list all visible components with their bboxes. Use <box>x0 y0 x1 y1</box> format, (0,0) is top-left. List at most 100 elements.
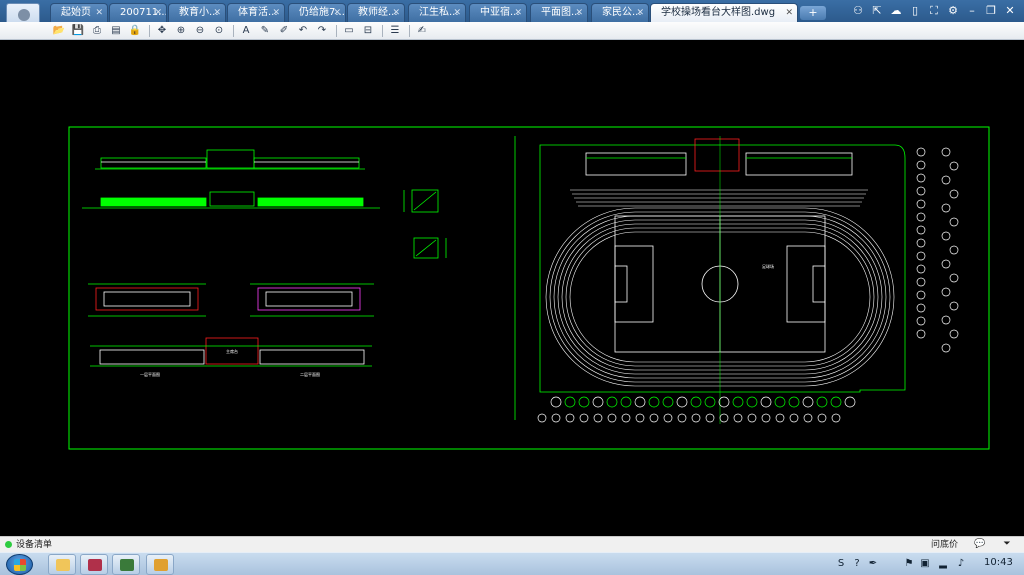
tab-8[interactable]: 平面图... ✕ <box>530 3 588 22</box>
tab-close-icon[interactable]: ✕ <box>95 4 103 22</box>
tab-close-icon[interactable]: ✕ <box>453 4 461 22</box>
tree-symbol <box>949 329 959 339</box>
windows-logo-icon <box>14 559 26 571</box>
folder-button[interactable] <box>146 554 174 575</box>
tree-symbol <box>677 413 687 423</box>
users-icon[interactable]: ⚇ <box>850 3 866 19</box>
print-icon[interactable]: ⎙ <box>90 24 104 38</box>
tab-close-icon[interactable]: ✕ <box>272 4 280 22</box>
start-button[interactable] <box>6 554 33 575</box>
close-icon[interactable]: ✕ <box>1002 3 1018 19</box>
tab-close-icon[interactable]: ✕ <box>154 4 162 22</box>
new-tab-button[interactable]: + <box>800 6 826 20</box>
cloud-icon[interactable]: ☁ <box>888 3 904 19</box>
mobile-icon[interactable]: ▯ <box>907 3 923 19</box>
redo-icon[interactable]: ↷ <box>315 24 329 38</box>
ruler-icon[interactable]: ⊟ <box>361 24 375 38</box>
stair-detail-1 <box>403 189 439 213</box>
pan-icon[interactable]: ✥ <box>155 24 169 38</box>
undo-icon[interactable]: ↶ <box>296 24 310 38</box>
open-icon[interactable]: 📂 <box>52 24 66 38</box>
dropdown-icon[interactable]: ⏷ <box>995 539 1019 551</box>
toolbar-separator <box>149 25 150 37</box>
monitor-icon[interactable]: ▣ <box>918 557 932 571</box>
tree-symbol <box>949 217 959 227</box>
avatar-head-shape <box>18 9 30 21</box>
ask-price-link[interactable]: 问底价 <box>931 538 958 552</box>
tree-symbol <box>916 173 926 183</box>
tab-close-icon[interactable]: ✕ <box>636 4 644 22</box>
tab-6[interactable]: 江生私... ✕ <box>408 3 466 22</box>
tree-symbol <box>565 413 575 423</box>
measure-icon[interactable]: ▭ <box>342 24 356 38</box>
tree-symbol <box>949 245 959 255</box>
tab-9[interactable]: 家民公... ✕ <box>591 3 649 22</box>
minimize-icon[interactable]: – <box>964 3 980 19</box>
text-icon[interactable]: A <box>239 24 253 38</box>
tree-symbol <box>831 413 841 423</box>
tree-symbol <box>746 396 758 408</box>
pen-icon[interactable]: ✒ <box>866 557 880 571</box>
tab-close-icon[interactable]: ✕ <box>333 4 341 22</box>
tree-symbol <box>941 259 951 269</box>
tree-symbol <box>941 231 951 241</box>
tab-1[interactable]: 200711... ✕ <box>109 3 167 22</box>
network-icon[interactable]: ▂ <box>936 557 950 571</box>
pdf-icon[interactable]: ▤ <box>109 24 123 38</box>
device-list-link[interactable]: 设备清单 <box>16 538 52 552</box>
restore-icon[interactable]: ❐ <box>983 3 999 19</box>
tree-symbol <box>802 396 814 408</box>
cad-canvas[interactable]: 主席台 一层平面图 二层平面图 足球场 <box>0 40 1024 536</box>
tree-symbol <box>788 396 800 408</box>
tab-close-icon[interactable]: ✕ <box>213 4 221 22</box>
tree-symbol <box>733 413 743 423</box>
toolbar-separator <box>233 25 234 37</box>
tree-symbol <box>916 329 926 339</box>
zoom-out-icon[interactable]: ⊖ <box>193 24 207 38</box>
share-icon[interactable]: ⇱ <box>869 3 885 19</box>
sogou-icon[interactable]: S <box>834 557 848 571</box>
tab-7[interactable]: 中亚宿... ✕ <box>469 3 527 22</box>
tab-label: 学校操场看台大样图.dwg <box>661 7 776 18</box>
flag-icon[interactable]: ⚑ <box>902 557 916 571</box>
winrar-button[interactable] <box>112 554 140 575</box>
tab-10[interactable]: 学校操场看台大样图.dwg ✕ <box>650 3 798 22</box>
tab-close-icon[interactable]: ✕ <box>514 4 522 22</box>
fullscreen-icon[interactable]: ⛶ <box>926 3 942 19</box>
tab-close-icon[interactable]: ✕ <box>575 4 583 22</box>
tree-symbol <box>916 264 926 274</box>
chat-icon[interactable]: 💬 <box>973 539 987 551</box>
toolbar-separator <box>382 25 383 37</box>
tab-3[interactable]: 体育活... ✕ <box>227 3 285 22</box>
cad-button[interactable] <box>80 554 108 575</box>
football-field <box>614 136 826 424</box>
zoom-in-icon[interactable]: ⊕ <box>174 24 188 38</box>
tab-close-icon[interactable]: ✕ <box>785 4 793 22</box>
clock[interactable]: 10:43 <box>984 557 1013 568</box>
tree-symbol <box>916 160 926 170</box>
help-icon[interactable]: ? <box>850 557 864 571</box>
explorer-button[interactable] <box>48 554 76 575</box>
tree-symbol <box>949 161 959 171</box>
plan-caption-left: 一层平面图 <box>140 371 160 377</box>
pencil-icon[interactable]: ✎ <box>258 24 272 38</box>
layers-icon[interactable]: ☰ <box>388 24 402 38</box>
save-icon[interactable]: 💾 <box>71 24 85 38</box>
edit-doc-icon[interactable]: ✍ <box>415 24 429 38</box>
tree-symbol <box>949 301 959 311</box>
tab-5[interactable]: 教师经... ✕ <box>347 3 405 22</box>
volume-icon[interactable]: ♪ <box>954 557 968 571</box>
tab-0[interactable]: 起始页 ✕ <box>50 3 108 22</box>
site-boundary <box>514 136 906 420</box>
tab-4[interactable]: 仍给施7... ✕ <box>288 3 346 22</box>
trees-group <box>537 147 959 423</box>
zoom-window-icon[interactable]: ⊙ <box>212 24 226 38</box>
highlighter-icon[interactable]: ✐ <box>277 24 291 38</box>
settings-icon[interactable]: ⚙ <box>945 3 961 19</box>
tree-symbol <box>916 277 926 287</box>
tree-symbol <box>564 396 576 408</box>
lock-icon[interactable]: 🔒 <box>128 24 142 38</box>
tab-2[interactable]: 教育小... ✕ <box>168 3 226 22</box>
podium-label: 主席台 <box>226 348 238 354</box>
tab-close-icon[interactable]: ✕ <box>392 4 400 22</box>
